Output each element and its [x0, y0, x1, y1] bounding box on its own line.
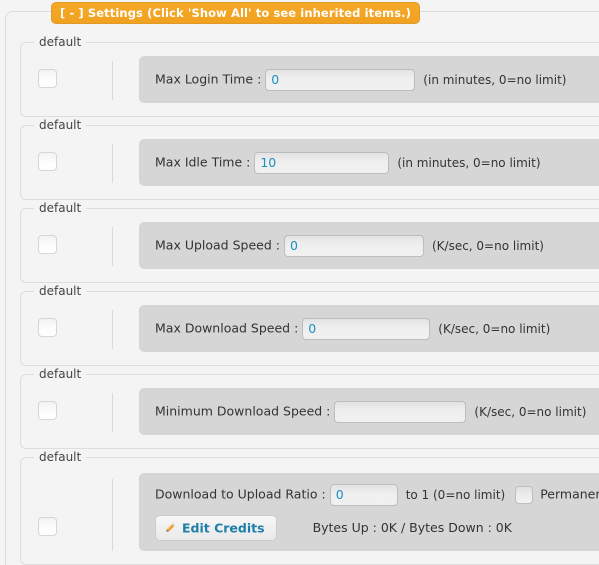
enable-checkbox-max-idle-time[interactable]	[38, 152, 57, 171]
hint-minimum-download-speed: (K/sec, 0=no limit)	[474, 404, 587, 419]
setting-panel-max-login-time: Max Login Time : (in minutes, 0=no limit)	[139, 56, 599, 103]
row-divider	[112, 61, 113, 100]
setting-group-max-upload-speed: default Max Upload Speed :(K/sec, 0=no l…	[20, 201, 599, 283]
field-label-max-login-time: Max Login Time :	[155, 71, 262, 87]
edit-credits-label: Edit Credits	[182, 520, 265, 536]
row-divider	[112, 310, 113, 349]
setting-group-minimum-download-speed: default Minimum Download Speed : (K/sec, …	[20, 367, 599, 449]
settings-panel: [ - ] Settings (Click 'Show All' to see …	[5, 2, 599, 565]
enable-checkbox-max-upload-speed[interactable]	[38, 235, 57, 254]
settings-panel-title[interactable]: [ - ] Settings (Click 'Show All' to see …	[51, 2, 420, 24]
edit-credits-button[interactable]: Edit Credits	[155, 515, 277, 541]
setting-panel-max-upload-speed: Max Upload Speed : (K/sec, 0=no limit)	[139, 222, 599, 269]
input-max-download-speed[interactable]	[302, 317, 431, 340]
permanent-ratio-label: Permanent Ratio	[540, 486, 599, 502]
row-divider	[112, 227, 113, 266]
row-divider	[112, 393, 113, 432]
input-max-login-time[interactable]	[265, 68, 416, 91]
hint-download-upload-ratio: to 1 (0=no limit)	[405, 487, 506, 502]
row-divider	[112, 144, 113, 183]
field-label-minimum-download-speed: Minimum Download Speed :	[155, 403, 331, 419]
input-minimum-download-speed[interactable]	[334, 400, 467, 423]
enable-checkbox-max-download-speed[interactable]	[38, 318, 57, 337]
row-divider	[112, 479, 113, 551]
enable-checkbox-minimum-download-speed[interactable]	[38, 401, 57, 420]
hint-max-idle-time: (in minutes, 0=no limit)	[397, 155, 541, 170]
permanent-ratio-checkbox[interactable]	[515, 485, 534, 504]
pencil-icon	[164, 518, 178, 532]
enable-checkbox-download-upload-ratio[interactable]	[38, 517, 57, 536]
setting-panel-minimum-download-speed: Minimum Download Speed : (K/sec, 0=no lim…	[139, 388, 599, 435]
setting-panel-download-upload-ratio: Download to Upload Ratio : to 1 (0=no lim…	[139, 473, 599, 551]
setting-group-max-login-time: default Max Login Time :(in minutes, 0=n…	[20, 35, 599, 117]
setting-panel-max-download-speed: Max Download Speed : (K/sec, 0=no limit)	[139, 305, 599, 352]
credits-summary-text: Bytes Up : 0K / Bytes Down : 0K	[312, 520, 512, 535]
input-download-upload-ratio[interactable]	[329, 483, 398, 506]
hint-max-login-time: (in minutes, 0=no limit)	[423, 72, 567, 87]
setting-group-max-download-speed: default Max Download Speed :(K/sec, 0=no…	[20, 284, 599, 366]
field-label-max-upload-speed: Max Upload Speed :	[155, 237, 280, 253]
field-label-max-idle-time: Max Idle Time :	[155, 154, 251, 170]
setting-group-max-idle-time: default Max Idle Time :(in minutes, 0=no…	[20, 118, 599, 200]
input-max-idle-time[interactable]	[254, 151, 390, 174]
input-max-upload-speed[interactable]	[283, 234, 424, 257]
setting-group-download-upload-ratio: default Download to Upload Ratio :to 1 (…	[20, 450, 599, 565]
enable-checkbox-max-login-time[interactable]	[38, 69, 57, 88]
field-label-max-download-speed: Max Download Speed :	[155, 320, 299, 336]
setting-panel-max-idle-time: Max Idle Time : (in minutes, 0=no limit)	[139, 139, 599, 186]
field-label-download-upload-ratio: Download to Upload Ratio :	[155, 486, 326, 502]
hint-max-upload-speed: (K/sec, 0=no limit)	[431, 238, 544, 253]
hint-max-download-speed: (K/sec, 0=no limit)	[438, 321, 551, 336]
